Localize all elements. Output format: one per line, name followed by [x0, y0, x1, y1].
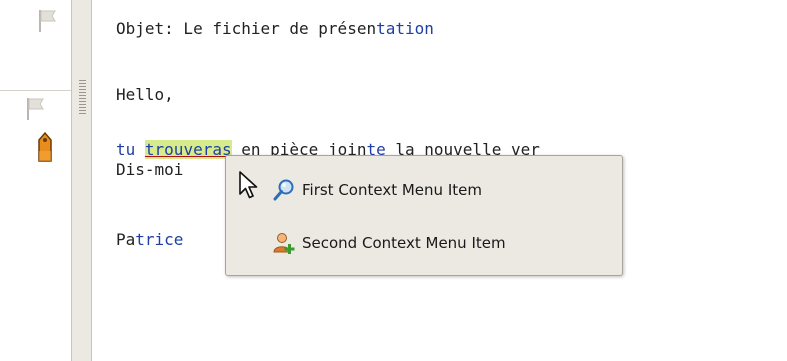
signature-text: Pa — [116, 230, 136, 249]
add-user-icon — [273, 233, 295, 254]
greeting-line: Hello, — [116, 85, 174, 104]
menu-item-label: First Context Menu Item — [302, 181, 482, 199]
body-text: tu — [116, 140, 145, 159]
menu-item-first[interactable]: First Context Menu Item — [226, 170, 622, 210]
subject-text: tation — [376, 19, 434, 38]
body-line: Dis-moi — [116, 160, 184, 179]
message-list-panel — [0, 0, 71, 361]
signature-text: trice — [135, 230, 184, 249]
signature-line: Patrice — [116, 230, 183, 250]
flag-icon[interactable] — [36, 8, 58, 34]
row-separator — [0, 90, 71, 91]
subject-text: Objet: Le fichier de présen — [116, 19, 377, 38]
misspelled-word[interactable]: trouveras — [144, 140, 232, 159]
subject-line: Objet: Le fichier de présentation — [116, 19, 434, 39]
flag-icon[interactable] — [24, 96, 46, 122]
menu-item-second[interactable]: Second Context Menu Item — [226, 223, 622, 263]
mouse-pointer-icon — [239, 171, 258, 199]
tag-icon[interactable] — [36, 131, 54, 163]
menu-item-label: Second Context Menu Item — [302, 234, 506, 252]
splitter-grip[interactable] — [79, 80, 86, 116]
context-menu: First Context Menu Item Second Context M… — [225, 155, 623, 276]
panel-splitter[interactable] — [71, 0, 92, 361]
search-icon — [273, 179, 294, 201]
